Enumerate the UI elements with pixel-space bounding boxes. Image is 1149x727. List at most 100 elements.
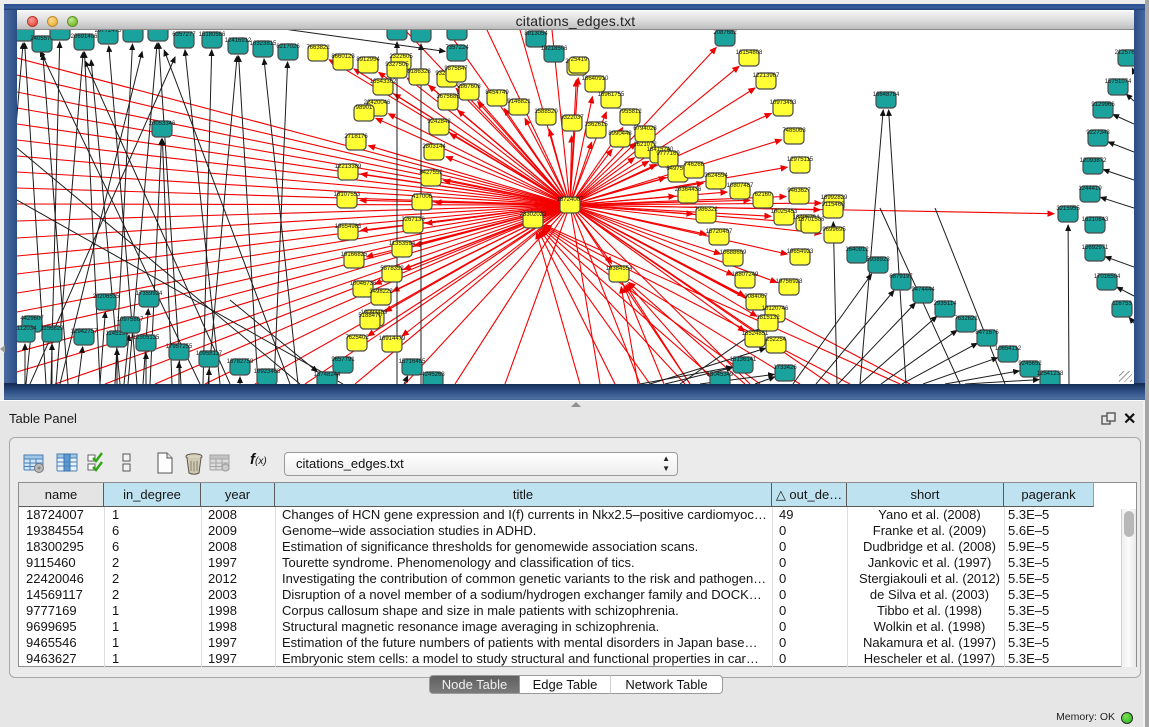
svg-text:13748244: 13748244 <box>314 372 341 378</box>
svg-text:18640910: 18640910 <box>582 76 609 82</box>
svg-text:10688609: 10688609 <box>720 250 747 256</box>
svg-text:18992829: 18992829 <box>821 195 848 201</box>
svg-text:17016504: 17016504 <box>1094 274 1121 280</box>
svg-text:15692971: 15692971 <box>1082 245 1109 251</box>
svg-text:12093872: 12093872 <box>1080 158 1107 164</box>
svg-text:16961755: 16961755 <box>598 92 625 98</box>
svg-text:9777169: 9777169 <box>656 151 680 157</box>
svg-text:3675685: 3675685 <box>436 94 460 100</box>
svg-text:9129966: 9129966 <box>1091 102 1115 108</box>
svg-text:3498222: 3498222 <box>369 289 393 295</box>
svg-text:7986322: 7986322 <box>694 207 718 213</box>
svg-text:116753: 116753 <box>1112 301 1132 307</box>
svg-text:2087682: 2087682 <box>713 30 737 36</box>
svg-text:5938923: 5938923 <box>866 257 890 263</box>
svg-text:10973493: 10973493 <box>770 100 797 106</box>
svg-text:16914479: 16914479 <box>379 336 406 342</box>
svg-text:1640912: 1640912 <box>845 247 869 253</box>
svg-text:252254: 252254 <box>766 337 787 343</box>
svg-text:417006: 417006 <box>412 194 433 200</box>
svg-text:10334531: 10334531 <box>120 30 147 32</box>
svg-text:18524851: 18524851 <box>742 331 769 337</box>
svg-text:16648784: 16648784 <box>873 92 900 98</box>
svg-text:9474444: 9474444 <box>911 287 935 293</box>
svg-text:13045349: 13045349 <box>707 372 734 378</box>
svg-text:7485063: 7485063 <box>782 128 806 134</box>
svg-text:19654923: 19654923 <box>787 249 814 255</box>
svg-text:10975867: 10975867 <box>117 317 144 323</box>
svg-text:12505135: 12505135 <box>133 335 160 341</box>
svg-text:7632621: 7632621 <box>954 316 978 322</box>
svg-text:2803144: 2803144 <box>422 144 446 150</box>
svg-text:1156829: 1156829 <box>41 326 65 332</box>
svg-text:4429607: 4429607 <box>20 316 44 322</box>
svg-text:17359924: 17359924 <box>136 291 163 297</box>
svg-text:15751074: 15751074 <box>1105 79 1132 85</box>
svg-text:11353594: 11353594 <box>389 241 416 247</box>
svg-text:8471676: 8471676 <box>975 330 999 336</box>
svg-text:17957255: 17957255 <box>166 344 193 350</box>
svg-text:6879197: 6879197 <box>889 274 913 280</box>
svg-text:16107553: 16107553 <box>334 192 361 198</box>
svg-text:12213967: 12213967 <box>753 73 780 79</box>
svg-text:7357224: 7357224 <box>445 45 469 51</box>
svg-text:18807249: 18807249 <box>732 272 759 278</box>
svg-text:9875847: 9875847 <box>444 66 468 72</box>
svg-text:9115460: 9115460 <box>822 202 846 208</box>
svg-text:4112034: 4112034 <box>17 326 37 332</box>
svg-text:2867608: 2867608 <box>457 84 481 90</box>
svg-text:19384554: 19384554 <box>606 266 633 272</box>
svg-text:7625402: 7625402 <box>345 335 369 341</box>
svg-text:9657791: 9657791 <box>331 357 355 363</box>
svg-text:2322605: 2322605 <box>389 54 413 60</box>
svg-text:19166825: 19166825 <box>341 252 368 258</box>
svg-text:8186328: 8186328 <box>407 69 431 75</box>
svg-text:12975115: 12975115 <box>787 157 814 163</box>
svg-text:23302023: 23302023 <box>520 212 547 218</box>
svg-text:18724007: 18724007 <box>557 197 584 203</box>
svg-text:10654112: 10654112 <box>995 346 1022 352</box>
svg-text:4245263: 4245263 <box>421 372 445 378</box>
svg-text:9699695: 9699695 <box>822 227 846 233</box>
svg-text:1362615: 1362615 <box>584 122 608 128</box>
svg-text:9463627: 9463627 <box>787 188 811 194</box>
svg-text:20364436: 20364436 <box>675 187 702 193</box>
svg-text:1244419: 1244419 <box>1078 186 1102 192</box>
svg-text:9146821: 9146821 <box>507 99 531 105</box>
svg-text:6357277: 6357277 <box>172 32 196 38</box>
svg-text:10120746: 10120746 <box>762 306 789 312</box>
svg-text:9084067: 9084067 <box>744 294 768 300</box>
svg-text:6217026: 6217026 <box>276 44 300 50</box>
svg-text:15136141: 15136141 <box>730 357 757 363</box>
svg-text:7955812: 7955812 <box>618 109 642 115</box>
svg-text:12213389: 12213389 <box>335 164 362 170</box>
svg-text:16782759: 16782759 <box>227 359 254 365</box>
svg-text:1218062: 1218062 <box>146 30 170 31</box>
svg-text:6794028: 6794028 <box>633 126 657 132</box>
svg-text:13701506: 13701506 <box>798 217 825 223</box>
svg-text:10807487: 10807487 <box>727 183 754 189</box>
svg-text:98901: 98901 <box>356 105 373 111</box>
svg-text:10958117: 10958117 <box>196 351 223 357</box>
svg-text:8454749: 8454749 <box>485 90 509 96</box>
svg-text:20691406: 20691406 <box>71 34 98 40</box>
svg-text:20053346: 20053346 <box>149 121 176 127</box>
svg-text:9327505: 9327505 <box>385 62 409 68</box>
svg-text:19756928: 19756928 <box>776 279 803 285</box>
svg-text:20772475: 20772475 <box>95 30 122 34</box>
svg-text:20206535: 20206535 <box>93 294 120 300</box>
svg-text:3624554: 3624554 <box>704 173 728 179</box>
svg-text:15716485: 15716485 <box>399 359 426 365</box>
svg-text:8322037: 8322037 <box>560 115 584 121</box>
svg-text:2718176: 2718176 <box>344 134 368 140</box>
svg-text:9242848: 9242848 <box>427 119 451 125</box>
svg-text:8990448: 8990448 <box>608 131 632 137</box>
svg-text:8660123: 8660123 <box>331 54 355 60</box>
svg-text:21257684: 21257684 <box>1115 50 1134 56</box>
svg-text:10323815: 10323815 <box>250 41 277 47</box>
svg-text:8912954: 8912954 <box>356 57 380 63</box>
svg-text:2935114: 2935114 <box>934 301 958 307</box>
svg-text:25419: 25419 <box>571 57 588 63</box>
svg-text:7663822: 7663822 <box>306 45 330 51</box>
svg-text:10923468: 10923468 <box>254 369 281 375</box>
